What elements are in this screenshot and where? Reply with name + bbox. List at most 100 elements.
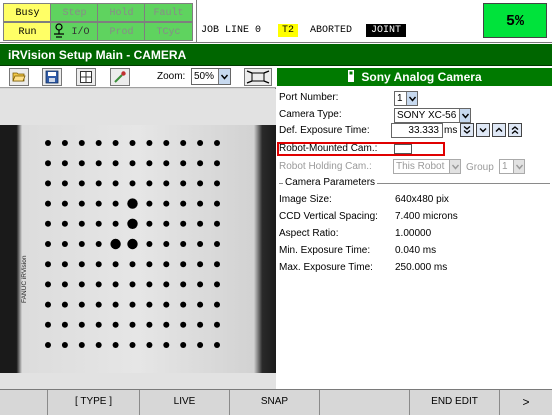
calibration-dot <box>197 140 204 146</box>
calibration-dot <box>129 180 136 187</box>
calibration-dot <box>146 160 153 167</box>
hold-indicator: Hold <box>97 3 146 22</box>
calibration-dot <box>180 200 187 207</box>
calibration-dot <box>45 160 51 167</box>
calibration-dot <box>95 241 102 247</box>
eyedropper-button[interactable] <box>110 68 130 86</box>
param-value: 0.040 ms <box>395 245 437 256</box>
calibration-dot <box>78 200 85 207</box>
eyedropper-icon <box>114 71 126 83</box>
camera-type-select[interactable]: SONY XC-56 <box>394 108 471 123</box>
robot-mounted-checkbox[interactable] <box>394 144 412 154</box>
busy-indicator: Busy <box>3 3 52 22</box>
calibration-dot <box>146 241 153 247</box>
group-select[interactable]: 1 <box>499 159 525 174</box>
chevron-up-icon <box>495 127 503 132</box>
fkey-next[interactable]: > <box>499 390 552 415</box>
calibration-dot <box>45 220 51 227</box>
calibration-dot <box>78 241 85 247</box>
calibration-dot <box>78 140 85 146</box>
camera-image[interactable]: FANUC iRVision <box>0 125 276 373</box>
io-icon <box>54 23 64 38</box>
chevron-down-icon <box>479 128 487 133</box>
param-label: Image Size: <box>279 194 332 205</box>
calibration-dot <box>214 200 220 207</box>
grid-button[interactable] <box>76 68 96 86</box>
calibration-grid-image: FANUC iRVision <box>0 125 276 373</box>
calibration-dot <box>163 241 170 247</box>
calibration-dot <box>146 321 153 328</box>
increment-button[interactable] <box>492 123 506 137</box>
camera-settings-pane: Sony Analog Camera Port Number: 1 Camera… <box>277 66 552 389</box>
group-label: Group <box>466 162 494 173</box>
calibration-dot <box>45 321 51 328</box>
fkey-live[interactable]: LIVE <box>139 390 229 415</box>
calibration-dot <box>61 241 68 247</box>
calibration-dot <box>95 261 102 268</box>
calibration-dot <box>112 160 119 167</box>
image-pane: Zoom: 50% FANUC iRVision <box>0 66 276 389</box>
calibration-dot <box>78 321 85 328</box>
zoom-select[interactable]: 50% <box>191 68 231 85</box>
calibration-dot <box>146 180 153 187</box>
calibration-dot <box>180 160 187 167</box>
fkey-type[interactable]: [ TYPE ] <box>47 390 139 415</box>
exposure-unit: ms <box>444 125 458 136</box>
calibration-dot <box>112 301 119 308</box>
increment-fast-button[interactable] <box>508 123 522 137</box>
param-label: Min. Exposure Time: <box>279 245 371 256</box>
calibration-dot <box>112 200 119 207</box>
save-icon <box>45 70 59 84</box>
calibration-dot <box>112 180 119 187</box>
calibration-dot <box>78 261 85 268</box>
page-title: iRVision Setup Main - CAMERA <box>8 48 187 62</box>
calibration-dot <box>146 342 153 348</box>
calibration-dot <box>45 140 51 146</box>
calibration-dot <box>214 321 220 328</box>
prod-indicator: Prod <box>97 22 146 41</box>
calibration-dot <box>129 140 136 146</box>
zoom-value: 50% <box>194 71 215 82</box>
calibration-dot <box>61 261 68 268</box>
calibration-dot <box>129 160 136 167</box>
calibration-dot <box>45 200 51 207</box>
open-button[interactable] <box>9 68 29 86</box>
calibration-dot <box>180 301 187 308</box>
port-number-select[interactable]: 1 <box>394 91 418 106</box>
calibration-dot <box>61 200 68 207</box>
calibration-dot <box>61 160 68 167</box>
program-state: ABORTED <box>310 25 353 36</box>
calibration-dot <box>61 281 68 288</box>
fkey-end-edit[interactable]: END EDIT <box>409 390 499 415</box>
param-value: 640x480 pix <box>395 194 449 205</box>
exposure-time-label: Def. Exposure Time: <box>279 125 370 136</box>
calibration-dot <box>197 200 204 207</box>
calibration-dot <box>197 321 204 328</box>
camera-header: Sony Analog Camera <box>277 68 552 86</box>
camera-image-view[interactable]: FANUC iRVision <box>0 89 276 389</box>
fkey-snap[interactable]: SNAP <box>229 390 319 415</box>
decrement-fast-button[interactable] <box>460 123 474 137</box>
robot-holding-select[interactable]: This Robot <box>393 159 461 174</box>
decrement-button[interactable] <box>476 123 490 137</box>
calibration-dot <box>214 140 220 146</box>
fkey-empty[interactable] <box>319 390 409 415</box>
calibration-dot <box>78 160 85 167</box>
status-bar: Busy Step Hold Fault Run I/O Prod TCyc J… <box>0 0 552 43</box>
calibration-dot <box>197 342 204 348</box>
plate-label: FANUC iRVision <box>21 255 28 303</box>
calibration-dot <box>180 342 187 348</box>
calibration-dot <box>78 281 85 288</box>
calibration-dot <box>45 281 51 288</box>
calibration-dot <box>197 241 204 247</box>
calibration-dot <box>163 160 170 167</box>
image-toolbar: Zoom: 50% <box>0 66 276 88</box>
calibration-dot <box>78 301 85 308</box>
calibration-dot <box>112 342 119 348</box>
fit-window-button[interactable] <box>244 68 272 86</box>
exposure-time-input[interactable]: 33.333 <box>391 123 443 138</box>
calibration-dot <box>214 342 220 348</box>
calibration-dot <box>214 160 220 167</box>
save-button[interactable] <box>42 68 62 86</box>
calibration-dot <box>180 180 187 187</box>
